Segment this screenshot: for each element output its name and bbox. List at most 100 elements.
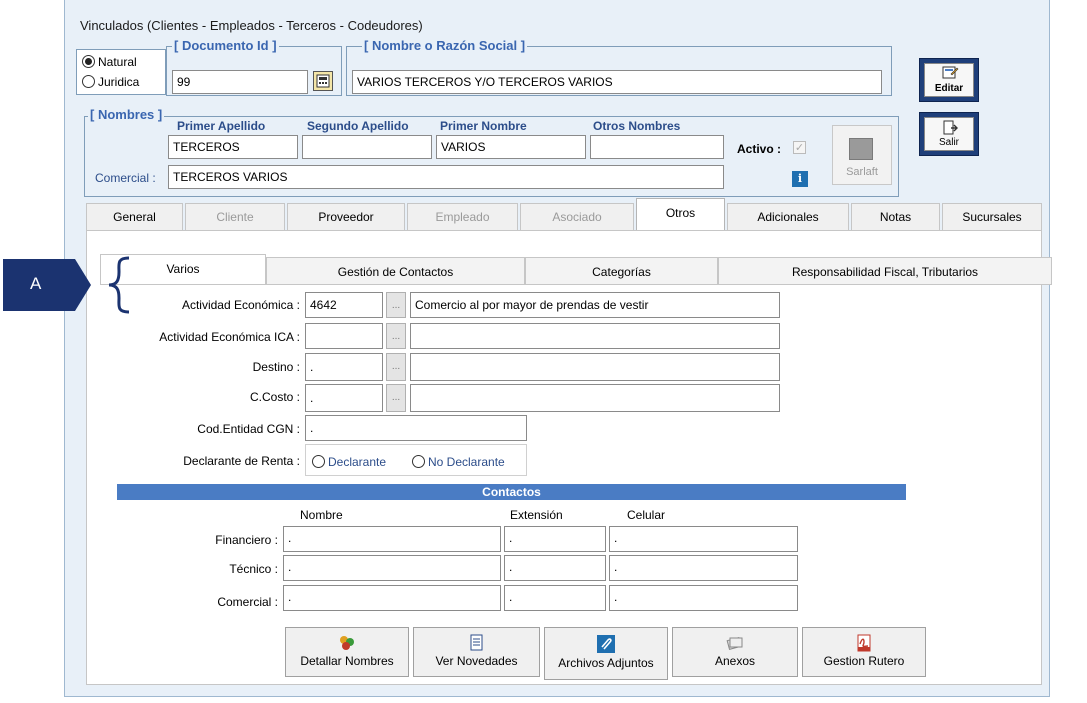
ccosto-label: C.Costo : <box>249 390 300 404</box>
contactos-col-nombre: Nombre <box>300 508 343 522</box>
salir-button[interactable]: Salir <box>919 112 979 156</box>
radio-natural-label: Natural <box>98 55 137 69</box>
ccosto-lookup-button[interactable]: ... <box>386 384 406 412</box>
actividad-desc-input[interactable]: Comercio al por mayor de prendas de vest… <box>410 292 780 318</box>
contacto-financiero-nombre[interactable]: . <box>283 526 501 552</box>
attachments-icon <box>726 636 743 650</box>
inner-tab-gestion-contactos[interactable]: Gestión de Contactos <box>266 257 525 285</box>
destino-desc-input[interactable] <box>410 353 780 381</box>
nombres-legend: [ Nombres ] <box>88 107 165 122</box>
contacto-tecnico-nombre[interactable]: . <box>283 555 501 581</box>
salir-label: Salir <box>938 137 959 148</box>
annotation-letter: A <box>30 274 42 293</box>
ver-novedades-label: Ver Novedades <box>435 654 518 668</box>
people-icon <box>340 636 354 650</box>
radio-declarante[interactable]: Declarante <box>312 455 386 469</box>
primer-apellido-label: Primer Apellido <box>177 119 266 133</box>
contactos-header: Contactos <box>117 484 906 500</box>
comercial-label: Comercial : <box>95 171 156 185</box>
contacto-comercial-celular[interactable]: . <box>609 585 798 611</box>
inner-tab-categorias[interactable]: Categorías <box>525 257 718 285</box>
ica-lookup-button[interactable]: ... <box>386 323 406 349</box>
tab-adicionales[interactable]: Adicionales <box>727 203 849 230</box>
inner-tab-divider <box>100 284 1052 285</box>
radio-natural[interactable]: Natural <box>82 55 137 69</box>
comercial-input[interactable]: TERCEROS VARIOS <box>168 165 724 189</box>
tab-general[interactable]: General <box>86 203 183 230</box>
razon-social-input[interactable]: VARIOS TERCEROS Y/O TERCEROS VARIOS <box>352 70 882 94</box>
salir-button-face: Salir <box>924 117 974 151</box>
radio-natural-dot <box>82 55 95 68</box>
primer-nombre-input[interactable]: VARIOS <box>436 135 586 159</box>
annotation-arrow-icon <box>3 259 91 311</box>
info-icon[interactable]: i <box>792 171 808 187</box>
ica-code-input[interactable] <box>305 323 383 349</box>
tab-notas[interactable]: Notas <box>851 203 940 230</box>
contacto-financiero-label: Financiero : <box>215 533 278 547</box>
inner-tab-responsabilidad-fiscal[interactable]: Responsabilidad Fiscal, Tributarios <box>718 257 1052 285</box>
primer-apellido-input[interactable]: TERCEROS <box>168 135 298 159</box>
anexos-label: Anexos <box>714 654 756 668</box>
pdf-icon <box>857 634 871 652</box>
editar-label: Editar <box>934 83 964 94</box>
actividad-ica-label: Actividad Económica ICA : <box>159 330 300 344</box>
cgn-input[interactable]: . <box>305 415 527 441</box>
contacto-tecnico-label: Técnico : <box>229 562 278 576</box>
calculator-icon[interactable] <box>313 71 333 91</box>
document-icon <box>470 634 482 651</box>
segundo-apellido-input[interactable] <box>302 135 432 159</box>
radio-juridica[interactable]: Juridica <box>82 75 139 89</box>
ver-novedades-button[interactable]: Ver Novedades <box>413 627 540 677</box>
activo-checkbox[interactable]: ✓ <box>793 141 806 154</box>
actividad-economica-label: Actividad Económica : <box>181 298 300 312</box>
tab-asociado[interactable]: Asociado <box>520 203 634 230</box>
otros-nombres-label: Otros Nombres <box>593 119 681 133</box>
radio-no-declarante-label: No Declarante <box>428 455 505 469</box>
contacto-financiero-extension[interactable]: . <box>504 526 606 552</box>
paperclip-icon <box>597 635 615 653</box>
archivos-adjuntos-button[interactable]: Archivos Adjuntos <box>544 627 668 680</box>
sarlaft-button[interactable]: Sarlaft <box>832 125 892 185</box>
gestion-rutero-button[interactable]: Gestion Rutero <box>802 627 926 677</box>
tab-cliente[interactable]: Cliente <box>185 203 285 230</box>
destino-code-input[interactable]: . <box>305 353 383 381</box>
cgn-label: Cod.Entidad CGN : <box>197 422 300 436</box>
ica-desc-input[interactable] <box>410 323 780 349</box>
tab-empleado[interactable]: Empleado <box>407 203 518 230</box>
segundo-apellido-label: Segundo Apellido <box>307 119 409 133</box>
destino-lookup-button[interactable]: ... <box>386 353 406 381</box>
contacto-tecnico-celular[interactable]: . <box>609 555 798 581</box>
exit-door-icon <box>943 120 958 135</box>
contactos-col-extension: Extensión <box>510 508 563 522</box>
anexos-button[interactable]: Anexos <box>672 627 798 677</box>
editar-button[interactable]: Editar <box>919 58 979 102</box>
radio-no-declarante[interactable]: No Declarante <box>412 455 505 469</box>
documento-legend: [ Documento Id ] <box>172 38 279 53</box>
editar-button-face: Editar <box>924 63 974 97</box>
contacto-comercial-label: Comercial : <box>217 595 278 609</box>
actividad-code-input[interactable]: 4642 <box>305 292 383 318</box>
ccosto-desc-input[interactable] <box>410 384 780 412</box>
tab-proveedor[interactable]: Proveedor <box>287 203 405 230</box>
documento-input[interactable]: 99 <box>172 70 308 94</box>
radio-juridica-label: Juridica <box>98 75 140 89</box>
radio-declarante-dot <box>312 455 325 468</box>
razon-social-legend: [ Nombre o Razón Social ] <box>362 38 528 53</box>
declarante-renta-label: Declarante de Renta : <box>183 454 300 468</box>
annotation-marker <box>3 259 91 311</box>
contacto-comercial-nombre[interactable]: . <box>283 585 501 611</box>
radio-declarante-label: Declarante <box>328 455 387 469</box>
contacto-tecnico-extension[interactable]: . <box>504 555 606 581</box>
contacto-financiero-celular[interactable]: . <box>609 526 798 552</box>
archivos-adjuntos-label: Archivos Adjuntos <box>558 656 654 670</box>
otros-nombres-input[interactable] <box>590 135 724 159</box>
contacto-comercial-extension[interactable]: . <box>504 585 606 611</box>
radio-juridica-dot <box>82 75 95 88</box>
detallar-nombres-button[interactable]: Detallar Nombres <box>285 627 409 677</box>
gestion-rutero-label: Gestion Rutero <box>823 654 905 668</box>
tab-sucursales[interactable]: Sucursales <box>942 203 1042 230</box>
ccosto-code-input[interactable]: . <box>305 384 383 412</box>
actividad-lookup-button[interactable]: ... <box>386 292 406 318</box>
tab-otros[interactable]: Otros <box>636 198 725 231</box>
sarlaft-label: Sarlaft <box>846 166 878 178</box>
